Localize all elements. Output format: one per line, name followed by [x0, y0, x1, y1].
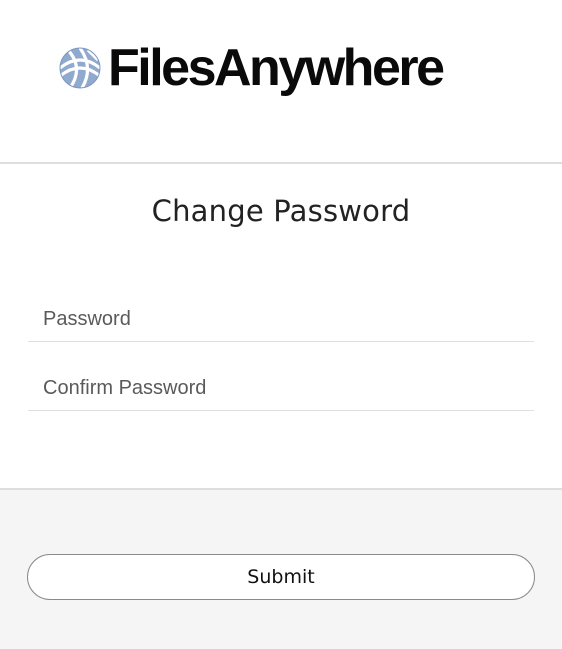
form-footer: Submit — [0, 490, 562, 649]
brand-logo: FilesAnywhere — [58, 38, 445, 98]
change-password-page: FilesAnywhere Change Password Submit — [0, 0, 562, 649]
password-input[interactable] — [28, 298, 534, 342]
submit-button[interactable]: Submit — [27, 554, 535, 600]
page-title: Change Password — [151, 194, 411, 228]
globe-logo-icon — [58, 46, 102, 90]
password-form: Change Password — [0, 164, 562, 488]
brand-name: FilesAnywhere — [108, 39, 445, 97]
confirm-password-input[interactable] — [28, 367, 534, 411]
header: FilesAnywhere — [0, 0, 562, 162]
